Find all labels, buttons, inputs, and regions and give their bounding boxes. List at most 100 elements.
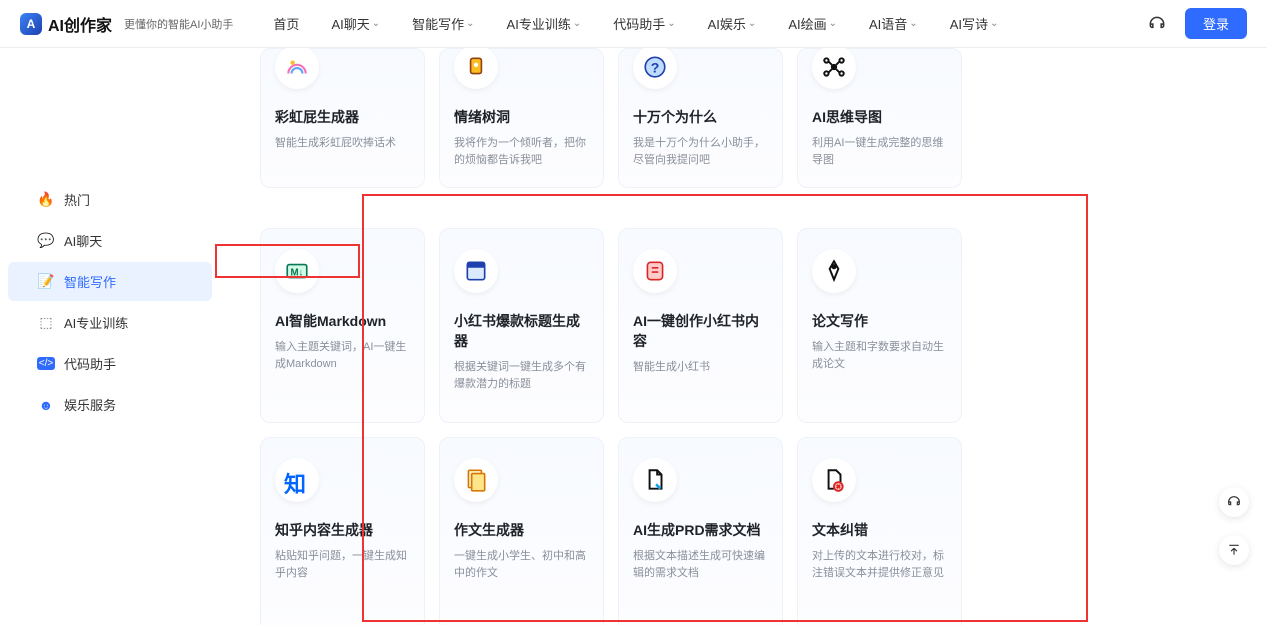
sidebar-item-train[interactable]: ⬚ AI专业训练 (8, 303, 212, 342)
card-title: 知乎内容生成器 (275, 520, 410, 540)
chat-icon: 💬 (38, 233, 54, 249)
nav-poem[interactable]: AI写诗⌄ (950, 14, 999, 33)
top-nav: 首页 AI聊天⌄ 智能写作⌄ AI专业训练⌄ 代码助手⌄ AI娱乐⌄ AI绘画⌄… (273, 14, 1147, 33)
note-icon (633, 249, 677, 293)
card-title: AI思维导图 (812, 107, 947, 127)
cube-icon: ⬚ (38, 315, 54, 331)
nav-code[interactable]: 代码助手⌄ (613, 14, 675, 33)
logo[interactable]: A AI创作家 (20, 12, 112, 36)
correct-icon (812, 458, 856, 502)
feature-card[interactable]: M↓ AI智能Markdown 输入主题关键词，AI一键生成Markdown (260, 228, 425, 423)
support-button[interactable] (1219, 487, 1249, 517)
sidebar-item-code[interactable]: </> 代码助手 (8, 344, 212, 383)
card-desc: 输入主题和字数要求自动生成论文 (812, 339, 947, 372)
nav-voice[interactable]: AI语音⌄ (869, 14, 918, 33)
essay-icon (454, 458, 498, 502)
card-desc: 根据关键词一键生成多个有爆款潜力的标题 (454, 359, 589, 392)
sidebar-item-chat[interactable]: 💬 AI聊天 (8, 221, 212, 260)
card-desc: 我是十万个为什么小助手，尽管向我提问吧 (633, 135, 768, 168)
chevron-down-icon: ⌄ (573, 18, 581, 29)
markdown-icon: M↓ (275, 249, 319, 293)
chevron-down-icon: ⌄ (667, 18, 675, 29)
rainbow-icon (275, 48, 319, 89)
card-row-mid: M↓ AI智能Markdown 输入主题关键词，AI一键生成Markdown 小… (260, 228, 1207, 423)
sidebar-item-label: AI聊天 (64, 231, 102, 250)
header-right: 登录 (1147, 8, 1247, 39)
card-title: 文本纠错 (812, 520, 947, 540)
card-title: 小红书爆款标题生成器 (454, 311, 589, 351)
card-desc: 智能生成彩虹屁吹捧话术 (275, 135, 410, 152)
sidebar-item-label: 热门 (64, 190, 90, 209)
nav-chat[interactable]: AI聊天⌄ (331, 14, 380, 33)
sidebar-item-label: 娱乐服务 (64, 395, 116, 414)
nav-home[interactable]: 首页 (273, 14, 299, 33)
nav-train[interactable]: AI专业训练⌄ (507, 14, 582, 33)
card-title: 情绪树洞 (454, 107, 589, 127)
card-title: 十万个为什么 (633, 107, 768, 127)
nav-paint[interactable]: AI绘画⌄ (788, 14, 837, 33)
feature-card[interactable]: ? 十万个为什么 我是十万个为什么小助手，尽管向我提问吧 (618, 48, 783, 188)
logo-icon: A (20, 13, 42, 35)
mindmap-icon (812, 48, 856, 89)
feature-card[interactable]: 知 知乎内容生成器 粘贴知乎问题，一键生成知乎内容 (260, 437, 425, 625)
feature-card[interactable]: 彩虹屁生成器 智能生成彩虹屁吹捧话术 (260, 48, 425, 188)
card-row-bot: 知 知乎内容生成器 粘贴知乎问题，一键生成知乎内容 作文生成器 一键生成小学生、… (260, 437, 1207, 625)
nav-entertain[interactable]: AI娱乐⌄ (708, 14, 757, 33)
nav-write[interactable]: 智能写作⌄ (412, 14, 474, 33)
card-desc: 根据文本描述生成可快速编辑的需求文档 (633, 548, 768, 581)
headset-icon[interactable] (1147, 14, 1167, 34)
content: 彩虹屁生成器 智能生成彩虹屁吹捧话术 情绪树洞 我将作为一个倾听者，把你的烦恼都… (220, 48, 1267, 625)
card-row-top: 彩虹屁生成器 智能生成彩虹屁吹捧话术 情绪树洞 我将作为一个倾听者，把你的烦恼都… (260, 48, 1207, 188)
chevron-down-icon: ⌄ (909, 18, 917, 29)
feature-card[interactable]: AI思维导图 利用AI一键生成完整的思维导图 (797, 48, 962, 188)
float-buttons (1219, 487, 1249, 565)
chevron-down-icon: ⌄ (372, 18, 380, 29)
card-desc: 粘贴知乎问题，一键生成知乎内容 (275, 548, 410, 581)
sidebar-item-ent[interactable]: ☻ 娱乐服务 (8, 385, 212, 424)
chevron-down-icon: ⌄ (466, 18, 474, 29)
back-to-top-button[interactable] (1219, 535, 1249, 565)
card-desc: 输入主题关键词，AI一键生成Markdown (275, 339, 410, 372)
card-desc: 对上传的文本进行校对，标注错误文本并提供修正意见 (812, 548, 947, 581)
feature-card[interactable]: 论文写作 输入主题和字数要求自动生成论文 (797, 228, 962, 423)
feature-card[interactable]: 情绪树洞 我将作为一个倾听者，把你的烦恼都告诉我吧 (439, 48, 604, 188)
sidebar-item-label: AI专业训练 (64, 313, 128, 332)
chevron-down-icon: ⌄ (748, 18, 756, 29)
tagline: 更懂你的智能AI小助手 (124, 16, 233, 32)
fire-icon: 🔥 (38, 192, 54, 208)
card-title: AI一键创作小红书内容 (633, 311, 768, 351)
login-button[interactable]: 登录 (1185, 8, 1247, 39)
main: 🔥 热门 💬 AI聊天 📝智能写作 ⬚ AI专业训练 </> 代码助手 ☻ 娱乐服务 彩虹… (0, 48, 1267, 625)
pen-icon (812, 249, 856, 293)
smile-icon: ☻ (38, 397, 54, 413)
sidebar-item-write[interactable]: 📝智能写作 (8, 262, 212, 301)
sidebar-item-hot[interactable]: 🔥 热门 (8, 180, 212, 219)
feature-card[interactable]: 文本纠错 对上传的文本进行校对，标注错误文本并提供修正意见 (797, 437, 962, 625)
header: A AI创作家 更懂你的智能AI小助手 首页 AI聊天⌄ 智能写作⌄ AI专业训… (0, 0, 1267, 48)
card-title: AI生成PRD需求文档 (633, 520, 768, 540)
card-desc: 一键生成小学生、初中和高中的作文 (454, 548, 589, 581)
zhihu-icon: 知 (275, 458, 319, 502)
sidebar-item-label: 智能写作 (64, 272, 116, 291)
sidebar: 🔥 热门 💬 AI聊天 📝智能写作 ⬚ AI专业训练 </> 代码助手 ☻ 娱乐服务 (0, 48, 220, 625)
feature-card[interactable]: 小红书爆款标题生成器 根据关键词一键生成多个有爆款潜力的标题 (439, 228, 604, 423)
sidebar-item-label: 代码助手 (64, 354, 116, 373)
tree-icon (454, 48, 498, 89)
card-title: 彩虹屁生成器 (275, 107, 410, 127)
question-icon: ? (633, 48, 677, 89)
card-title: 作文生成器 (454, 520, 589, 540)
feature-card[interactable]: AI一键创作小红书内容 智能生成小红书 (618, 228, 783, 423)
logo-text: AI创作家 (48, 12, 112, 36)
feature-card[interactable]: 作文生成器 一键生成小学生、初中和高中的作文 (439, 437, 604, 625)
card-desc: 我将作为一个倾听者，把你的烦恼都告诉我吧 (454, 135, 589, 168)
card-title: 论文写作 (812, 311, 947, 331)
svg-text:M↓: M↓ (291, 267, 304, 278)
card-title: AI智能Markdown (275, 311, 410, 331)
card-desc: 智能生成小红书 (633, 359, 768, 376)
card-desc: 利用AI一键生成完整的思维导图 (812, 135, 947, 168)
window-icon (454, 249, 498, 293)
svg-text:?: ? (651, 59, 660, 75)
feature-card[interactable]: AI生成PRD需求文档 根据文本描述生成可快速编辑的需求文档 (618, 437, 783, 625)
chevron-down-icon: ⌄ (829, 18, 837, 29)
code-icon: </> (38, 356, 54, 372)
